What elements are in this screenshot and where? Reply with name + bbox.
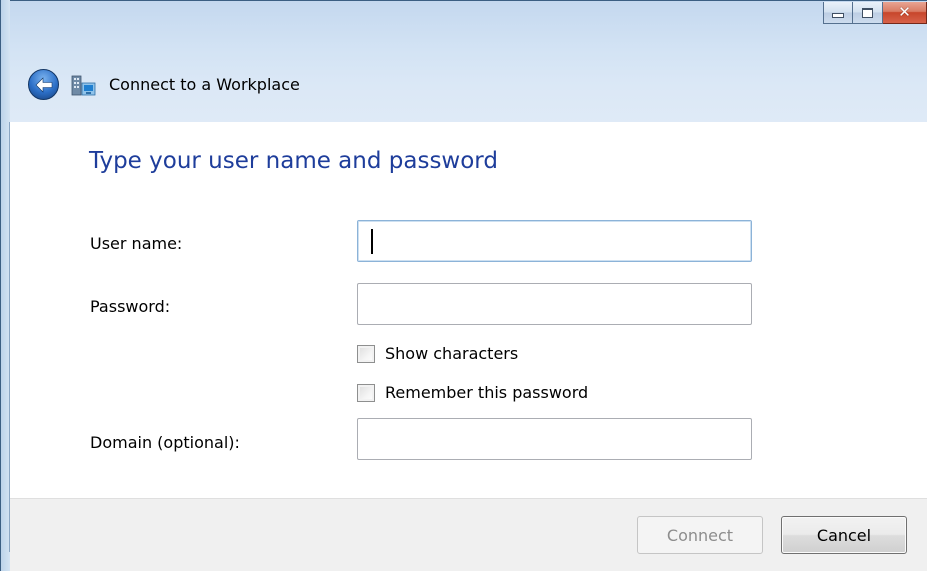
minimize-button[interactable] [823,2,853,24]
maximize-button[interactable] [853,2,883,24]
password-label: Password: [90,297,171,316]
window-left-border [0,0,10,571]
show-characters-label[interactable]: Show characters [385,344,518,363]
close-icon: ✕ [898,3,911,21]
domain-label: Domain (optional): [90,433,240,452]
close-button[interactable]: ✕ [883,2,927,24]
window-title: Connect to a Workplace [109,75,300,94]
username-label: User name: [90,234,183,253]
show-characters-option[interactable]: Show characters [357,344,518,363]
back-button[interactable] [28,69,59,100]
network-workplace-icon [71,73,97,97]
remember-password-option[interactable]: Remember this password [357,383,588,402]
button-bar: Connect Cancel [10,498,927,571]
remember-password-checkbox[interactable] [357,383,375,402]
page-heading: Type your user name and password [89,148,498,174]
credentials-page: Type your user name and password User na… [10,122,927,498]
cancel-button[interactable]: Cancel [781,516,907,554]
text-caret [371,229,373,254]
navigation-row: Connect to a Workplace [28,69,300,100]
username-input[interactable] [357,220,752,262]
title-bar: ✕ Connect to a Workplace [10,0,927,123]
maximize-icon [862,7,873,18]
domain-input[interactable] [357,418,752,460]
back-arrow-icon [35,76,52,93]
show-characters-checkbox[interactable] [357,344,375,363]
password-input[interactable] [357,283,752,325]
connect-button[interactable]: Connect [637,516,763,554]
minimize-icon [832,13,844,18]
connect-workplace-window: ✕ Connect to a Workplace Type your user … [0,0,927,571]
remember-password-label[interactable]: Remember this password [385,383,588,402]
caption-buttons: ✕ [823,2,927,24]
